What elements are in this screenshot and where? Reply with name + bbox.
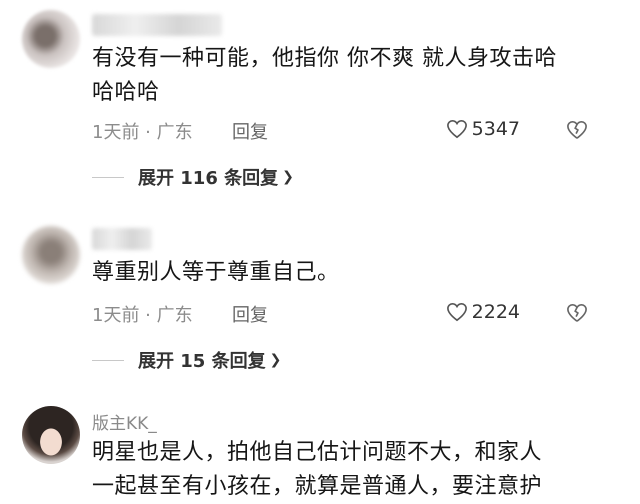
- comment-text: 明星也是人，拍他自己估计问题不大，和家人 一起甚至有小孩在，就算是普通人，要注意…: [92, 436, 602, 504]
- like-button[interactable]: 5347: [446, 118, 520, 140]
- broken-heart-icon[interactable]: [566, 120, 588, 140]
- expand-replies-label: 展开 116 条回复: [138, 168, 279, 189]
- comment-text-line: 尊重别人等于尊重自己。: [92, 260, 340, 285]
- divider: [92, 359, 124, 361]
- comment-text-line: 哈哈哈: [92, 80, 160, 105]
- comment-meta: 1天前 · 广东: [92, 122, 193, 143]
- avatar[interactable]: [22, 10, 80, 68]
- username[interactable]: 版主KK_: [92, 409, 157, 434]
- expand-replies-button[interactable]: 展开 116 条回复 ❯: [92, 164, 294, 190]
- like-count: 5347: [471, 118, 520, 140]
- comment-meta: 1天前 · 广东: [92, 305, 193, 326]
- reply-button[interactable]: 回复: [232, 301, 268, 327]
- heart-outline-icon: [446, 302, 467, 322]
- expand-replies-button[interactable]: 展开 15 条回复 ❯: [92, 347, 281, 373]
- reply-button[interactable]: 回复: [232, 118, 268, 144]
- comment-text: 有没有一种可能，他指你 你不爽 就人身攻击哈 哈哈哈: [92, 42, 602, 110]
- comment-text: 尊重别人等于尊重自己。: [92, 256, 602, 290]
- username[interactable]: [92, 14, 222, 36]
- expand-replies-label: 展开 15 条回复: [138, 351, 266, 372]
- avatar[interactable]: [22, 226, 80, 284]
- comment-text-line: 明星也是人，拍他自己估计问题不大，和家人: [92, 440, 543, 465]
- broken-heart-icon[interactable]: [566, 303, 588, 323]
- like-count: 2224: [471, 301, 520, 323]
- chevron-down-icon: ❯: [282, 169, 294, 185]
- divider: [92, 176, 124, 178]
- comment-text-line: 有没有一种可能，他指你 你不爽 就人身攻击哈: [92, 46, 557, 71]
- like-button[interactable]: 2224: [446, 301, 520, 323]
- username[interactable]: [92, 228, 152, 250]
- heart-outline-icon: [446, 119, 467, 139]
- comment-text-line: 一起甚至有小孩在，就算是普通人，要注意护: [92, 474, 543, 499]
- avatar[interactable]: [22, 406, 80, 464]
- chevron-down-icon: ❯: [269, 352, 282, 368]
